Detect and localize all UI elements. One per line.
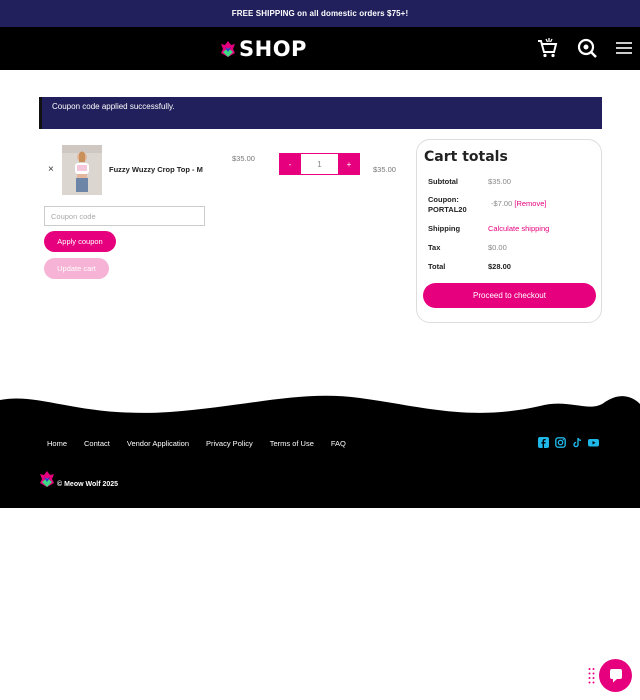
shipping-label: Shipping: [428, 224, 461, 233]
calculate-shipping-link[interactable]: Calculate shipping: [488, 224, 549, 234]
site-footer: Home Contact Vendor Application Privacy …: [0, 420, 640, 508]
coupon-code-input[interactable]: [44, 206, 205, 226]
subtotal-label: Subtotal: [428, 177, 458, 186]
quantity-decrease-button[interactable]: -: [279, 153, 301, 175]
coupon-label: Coupon: PORTAL20: [428, 195, 467, 214]
footer-nav: Home Contact Vendor Application Privacy …: [47, 439, 346, 448]
meow-wolf-logo-icon: [221, 41, 235, 57]
tax-label: Tax: [428, 243, 441, 252]
remove-coupon-link[interactable]: [Remove]: [514, 199, 546, 208]
cart-item-row: × Fuzzy Wuzzy Crop Top - M $35.00 - + $3…: [40, 143, 405, 198]
meow-wolf-footer-logo-icon[interactable]: [39, 470, 55, 488]
cart-totals-title: Cart totals: [424, 149, 508, 165]
cart-totals-panel: Cart totals Subtotal $35.00 Coupon: PORT…: [416, 139, 602, 323]
total-value: $28.00: [488, 262, 511, 271]
quantity-input[interactable]: [301, 153, 338, 175]
product-subtotal: $35.00: [373, 165, 396, 174]
site-header: SHOP: [0, 27, 640, 70]
drag-handle-icon[interactable]: [588, 667, 595, 685]
chat-bubble-icon: [609, 668, 622, 682]
footer-link-privacy-policy[interactable]: Privacy Policy: [206, 439, 253, 448]
menu-icon[interactable]: [613, 37, 635, 59]
promo-banner: FREE SHIPPING on all domestic orders $75…: [0, 0, 640, 27]
footer-link-contact[interactable]: Contact: [84, 439, 110, 448]
proceed-to-checkout-button[interactable]: Proceed to checkout: [423, 283, 596, 308]
total-label: Total: [428, 262, 446, 271]
product-thumbnail[interactable]: [62, 145, 102, 195]
quantity-stepper: - +: [279, 153, 360, 175]
footer-link-home[interactable]: Home: [47, 439, 67, 448]
subtotal-value: $35.00: [488, 177, 511, 186]
tax-value: $0.00: [488, 243, 507, 252]
apply-coupon-button[interactable]: Apply coupon: [44, 231, 116, 252]
chat-button[interactable]: [599, 659, 632, 692]
tiktok-icon[interactable]: [572, 437, 583, 448]
product-price: $35.00: [232, 154, 255, 163]
logo-text: SHOP: [239, 37, 307, 61]
copyright-text: © Meow Wolf 2025: [57, 481, 119, 488]
instagram-icon[interactable]: [555, 437, 566, 448]
update-cart-button[interactable]: Update cart: [44, 258, 109, 279]
facebook-icon[interactable]: [538, 437, 549, 448]
coupon-success-notice: Coupon code applied successfully.: [39, 97, 602, 129]
product-name-link[interactable]: Fuzzy Wuzzy Crop Top - M: [109, 165, 203, 174]
youtube-icon[interactable]: [588, 437, 599, 448]
footer-link-vendor-application[interactable]: Vendor Application: [127, 439, 189, 448]
footer-link-faq[interactable]: FAQ: [331, 439, 346, 448]
coupon-discount-value: -$7.00: [491, 199, 513, 208]
remove-item-button[interactable]: ×: [48, 164, 54, 175]
footer-link-terms-of-use[interactable]: Terms of Use: [270, 439, 314, 448]
shop-logo[interactable]: SHOP: [220, 36, 307, 62]
quantity-increase-button[interactable]: +: [338, 153, 360, 175]
search-icon[interactable]: [576, 37, 598, 59]
coupon-discount: -$7.00 [Remove]: [491, 199, 546, 209]
cart-icon[interactable]: [536, 37, 558, 59]
